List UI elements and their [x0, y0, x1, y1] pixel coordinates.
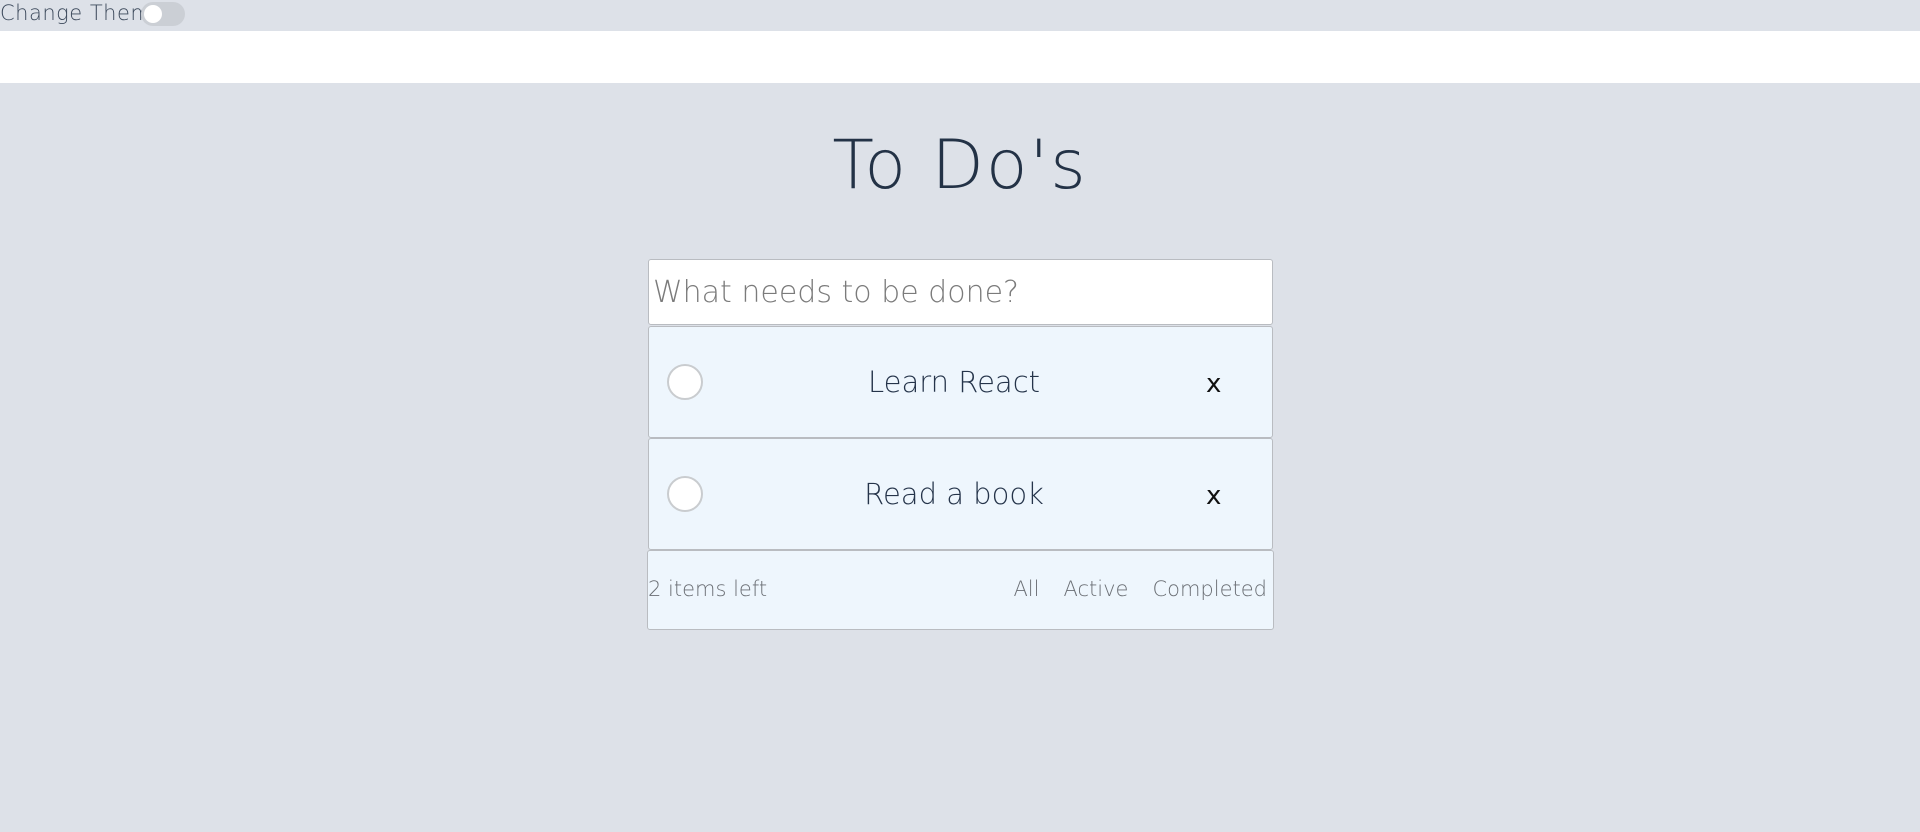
new-todo-input[interactable]: [648, 259, 1273, 325]
todo-item: Learn React x: [648, 326, 1273, 438]
complete-toggle-circle[interactable]: [667, 476, 703, 512]
todo-text: Learn React: [867, 365, 1041, 399]
filter-active[interactable]: Active: [1063, 577, 1128, 601]
page-title: To Do's: [832, 126, 1088, 205]
items-left-count: 2 items left: [648, 577, 768, 601]
todo-item: Read a book x: [648, 438, 1273, 550]
top-bar: Change Theme: [0, 0, 1920, 31]
delete-todo-button[interactable]: x: [1206, 369, 1221, 399]
delete-todo-button[interactable]: x: [1206, 481, 1221, 511]
filter-group: All Active Completed: [1013, 577, 1267, 601]
theme-toggle[interactable]: [141, 2, 185, 26]
header-strip: [0, 31, 1920, 83]
complete-toggle-circle[interactable]: [667, 364, 703, 400]
filter-completed[interactable]: Completed: [1152, 577, 1267, 601]
filter-all[interactable]: All: [1013, 577, 1039, 601]
todo-text: Read a book: [864, 477, 1044, 511]
todo-footer: 2 items left All Active Completed: [647, 550, 1274, 630]
toggle-knob: [144, 5, 162, 23]
